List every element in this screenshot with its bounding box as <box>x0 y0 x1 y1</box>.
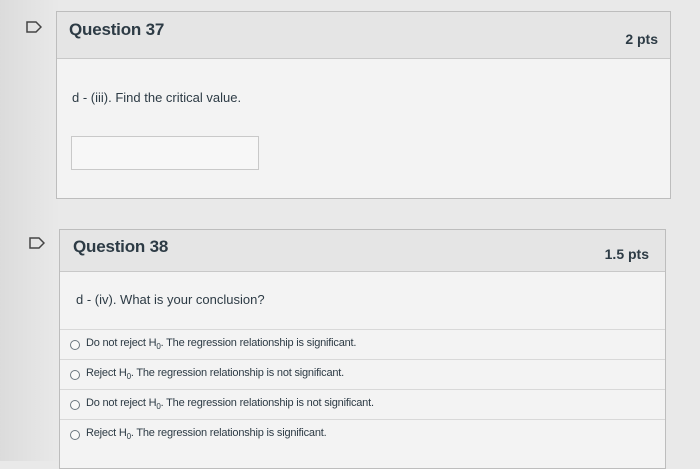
radio-button-icon[interactable] <box>70 339 80 350</box>
question-title: Question 37 <box>69 20 165 39</box>
question-prompt: d - (iv). What is your conclusion? <box>76 292 265 307</box>
radio-button-icon[interactable] <box>70 399 80 410</box>
question-37-card: Question 37 2 pts d - (iii). Find the cr… <box>56 11 671 199</box>
radio-button-icon[interactable] <box>70 429 80 440</box>
option-label: Do not reject H0. The regression relatio… <box>86 337 357 352</box>
question-title: Question 38 <box>73 237 169 256</box>
answer-option[interactable]: Do not reject H0. The regression relatio… <box>60 389 665 419</box>
radio-button-icon[interactable] <box>70 369 80 380</box>
answer-option[interactable]: Reject H0. The regression relationship i… <box>60 359 665 389</box>
question-38-card: Question 38 1.5 pts d - (iv). What is yo… <box>59 229 666 469</box>
question-37-header: Question 37 2 pts <box>57 12 670 59</box>
flag-icon[interactable] <box>29 237 45 249</box>
option-label: Do not reject H0. The regression relatio… <box>86 397 374 412</box>
flag-icon[interactable] <box>26 21 42 33</box>
question-points: 1.5 pts <box>604 246 649 262</box>
question-38-header: Question 38 1.5 pts <box>60 230 665 272</box>
question-prompt: d - (iii). Find the critical value. <box>72 90 242 105</box>
answer-option[interactable]: Do not reject H0. The regression relatio… <box>60 329 665 359</box>
question-points: 2 pts <box>625 31 658 47</box>
option-label: Reject H0. The regression relationship i… <box>86 427 327 442</box>
answer-input[interactable] <box>71 136 259 170</box>
option-label: Reject H0. The regression relationship i… <box>86 367 345 382</box>
answer-option[interactable]: Reject H0. The regression relationship i… <box>60 419 665 449</box>
